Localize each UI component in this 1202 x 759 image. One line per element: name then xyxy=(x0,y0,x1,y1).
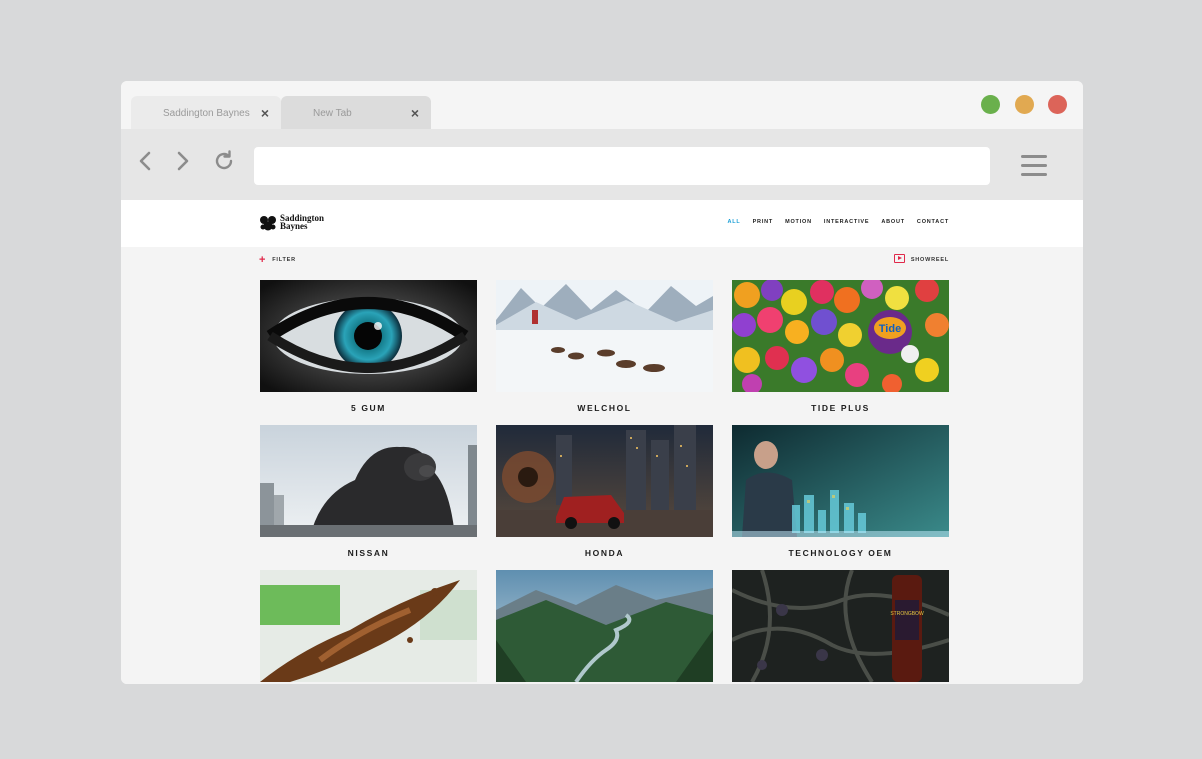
filter-label: FILTER xyxy=(272,257,296,263)
reload-icon[interactable] xyxy=(212,149,236,173)
flowers-image: Tide xyxy=(732,280,949,392)
liquid-splash-image xyxy=(260,570,477,682)
play-icon xyxy=(893,254,905,263)
project-title: TIDE PLUS xyxy=(811,403,870,413)
tab-label: Saddington Baynes xyxy=(163,108,250,119)
project-card-tide-plus[interactable]: Tide TIDE PLUS xyxy=(732,280,949,413)
svg-text:Tide: Tide xyxy=(879,323,901,335)
nav-motion[interactable]: MOTION xyxy=(785,219,812,225)
tab-new-tab[interactable]: New Tab × xyxy=(281,96,431,129)
tab-bar: Saddington Baynes × New Tab × xyxy=(121,81,1083,129)
site-header: Saddington Baynes ALL PRINT MOTION INTER… xyxy=(121,200,1083,247)
project-title: TECHNOLOGY OEM xyxy=(788,548,893,558)
logo-line-2: Baynes xyxy=(280,221,308,231)
project-card-nissan[interactable]: NISSAN xyxy=(260,425,477,558)
cider-bottle-thorns-image: STRONGBOW xyxy=(732,570,949,682)
tab-saddington-baynes[interactable]: Saddington Baynes × xyxy=(131,96,281,129)
project-card-valley-river[interactable] xyxy=(496,570,713,684)
browser-toolbar xyxy=(121,129,1083,200)
project-title: 5 GUM xyxy=(351,403,386,413)
project-card-welchol[interactable]: WELCHOL xyxy=(496,280,713,413)
svg-text:STRONGBOW: STRONGBOW xyxy=(890,611,924,617)
project-title: WELCHOL xyxy=(577,403,632,413)
eye-image xyxy=(260,280,477,392)
project-card-cider-bottle[interactable]: STRONGBOW xyxy=(732,570,949,684)
showreel-button[interactable]: SHOWREEL xyxy=(893,254,949,263)
holographic-city-image xyxy=(732,425,949,537)
project-title: NISSAN xyxy=(347,548,390,558)
back-arrow-icon[interactable] xyxy=(134,149,158,173)
project-card-liquid-splash[interactable] xyxy=(260,570,477,684)
showreel-label: SHOWREEL xyxy=(910,257,949,263)
window-green-button[interactable] xyxy=(981,95,1000,114)
window-red-button[interactable] xyxy=(1048,95,1067,114)
nav-print[interactable]: PRINT xyxy=(753,219,774,225)
sled-dogs-image xyxy=(496,280,713,392)
hamburger-menu-icon[interactable] xyxy=(1021,155,1047,177)
car-city-image xyxy=(496,425,713,537)
project-title: HONDA xyxy=(584,548,625,558)
close-icon[interactable]: × xyxy=(261,105,269,121)
logo-mark-icon xyxy=(260,216,276,231)
forward-arrow-icon[interactable] xyxy=(170,149,194,173)
project-card-honda[interactable]: HONDA xyxy=(496,425,713,558)
nav-all[interactable]: ALL xyxy=(727,219,740,225)
gorilla-image xyxy=(260,425,477,537)
browser-window: Saddington Baynes × New Tab × Saddington… xyxy=(121,81,1083,684)
logo-text: Saddington Baynes xyxy=(280,214,350,231)
filter-button[interactable]: + FILTER xyxy=(259,254,296,266)
site-nav: ALL PRINT MOTION INTERACTIVE ABOUT CONTA… xyxy=(727,219,949,225)
tab-label: New Tab xyxy=(313,108,352,119)
address-bar[interactable] xyxy=(254,147,990,185)
valley-river-image xyxy=(496,570,713,682)
plus-icon: + xyxy=(259,254,267,266)
web-page: Saddington Baynes ALL PRINT MOTION INTER… xyxy=(121,200,1083,684)
project-card-technology-oem[interactable]: TECHNOLOGY OEM xyxy=(732,425,949,558)
nav-interactive[interactable]: INTERACTIVE xyxy=(824,219,869,225)
project-card-5-gum[interactable]: 5 GUM xyxy=(260,280,477,413)
close-icon[interactable]: × xyxy=(411,105,419,121)
nav-contact[interactable]: CONTACT xyxy=(917,219,949,225)
window-yellow-button[interactable] xyxy=(1015,95,1034,114)
nav-about[interactable]: ABOUT xyxy=(881,219,905,225)
